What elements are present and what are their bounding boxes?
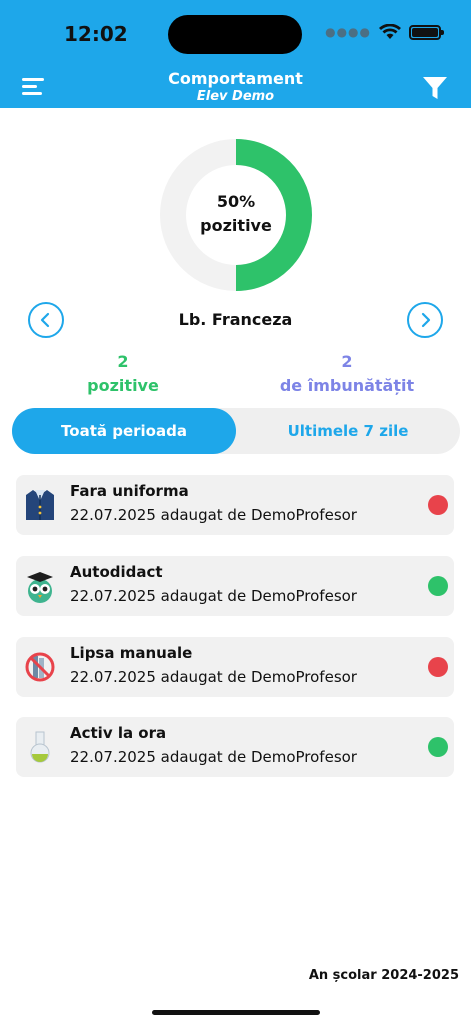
battery-icon xyxy=(409,24,444,40)
next-subject-button[interactable] xyxy=(407,302,443,338)
dynamic-island xyxy=(168,15,302,54)
status-icons: ●●●● xyxy=(325,24,444,40)
tab-all-period[interactable]: Toată perioada xyxy=(12,408,236,454)
record-title: Lipsa manuale xyxy=(70,644,193,662)
app-header: 12:02 ●●●● Comportament Elev Demo xyxy=(0,0,471,108)
flask-icon xyxy=(30,731,50,763)
behavior-record[interactable]: Fara uniforma 22.07.2025 adaugat de Demo… xyxy=(16,475,454,535)
record-title: Autodidact xyxy=(70,563,163,581)
improve-count-value: 2 xyxy=(341,352,353,371)
wifi-icon xyxy=(379,24,401,39)
school-year: An școlar 2024-2025 xyxy=(308,968,459,983)
tab-last-7-days[interactable]: Ultimele 7 zile xyxy=(236,408,460,454)
improve-count-label: de îmbunătățit xyxy=(279,376,415,395)
record-subtitle: 22.07.2025 adaugat de DemoProfesor xyxy=(70,506,357,524)
uniform-icon xyxy=(26,490,54,520)
status-dot-negative xyxy=(428,495,448,515)
owl-graduate-icon xyxy=(27,572,53,603)
record-subtitle: 22.07.2025 adaugat de DemoProfesor xyxy=(70,668,357,686)
home-indicator[interactable] xyxy=(152,1010,320,1015)
subject-name: Lb. Franceza xyxy=(178,310,293,329)
percent-value: 50% xyxy=(216,192,256,211)
page-title: Comportament xyxy=(168,69,303,88)
behavior-record[interactable]: Lipsa manuale 22.07.2025 adaugat de Demo… xyxy=(16,637,454,697)
positive-count: 2 pozitive xyxy=(58,350,188,398)
percent-caption: pozitive xyxy=(200,216,272,235)
record-subtitle: 22.07.2025 adaugat de DemoProfesor xyxy=(70,748,357,766)
filter-icon[interactable] xyxy=(421,74,449,102)
status-dot-negative xyxy=(428,657,448,677)
status-time: 12:02 xyxy=(64,22,128,46)
positive-count-label: pozitive xyxy=(87,376,159,395)
signal-icon: ●●●● xyxy=(325,25,371,39)
record-subtitle: 22.07.2025 adaugat de DemoProfesor xyxy=(70,587,357,605)
period-tabs: Toată perioada Ultimele 7 zile xyxy=(12,408,460,454)
improve-count: 2 de îmbunătățit xyxy=(262,350,432,398)
student-name: Elev Demo xyxy=(196,89,275,104)
chevron-right-icon xyxy=(421,312,431,328)
behavior-record[interactable]: Activ la ora 22.07.2025 adaugat de DemoP… xyxy=(16,717,454,777)
donut-label: 50% pozitive xyxy=(160,190,312,238)
behavior-record[interactable]: Autodidact 22.07.2025 adaugat de DemoPro… xyxy=(16,556,454,616)
no-books-icon xyxy=(25,652,55,682)
record-title: Activ la ora xyxy=(70,724,167,742)
record-title: Fara uniforma xyxy=(70,482,189,500)
status-dot-positive xyxy=(428,576,448,596)
positive-count-value: 2 xyxy=(117,352,129,371)
status-dot-positive xyxy=(428,737,448,757)
